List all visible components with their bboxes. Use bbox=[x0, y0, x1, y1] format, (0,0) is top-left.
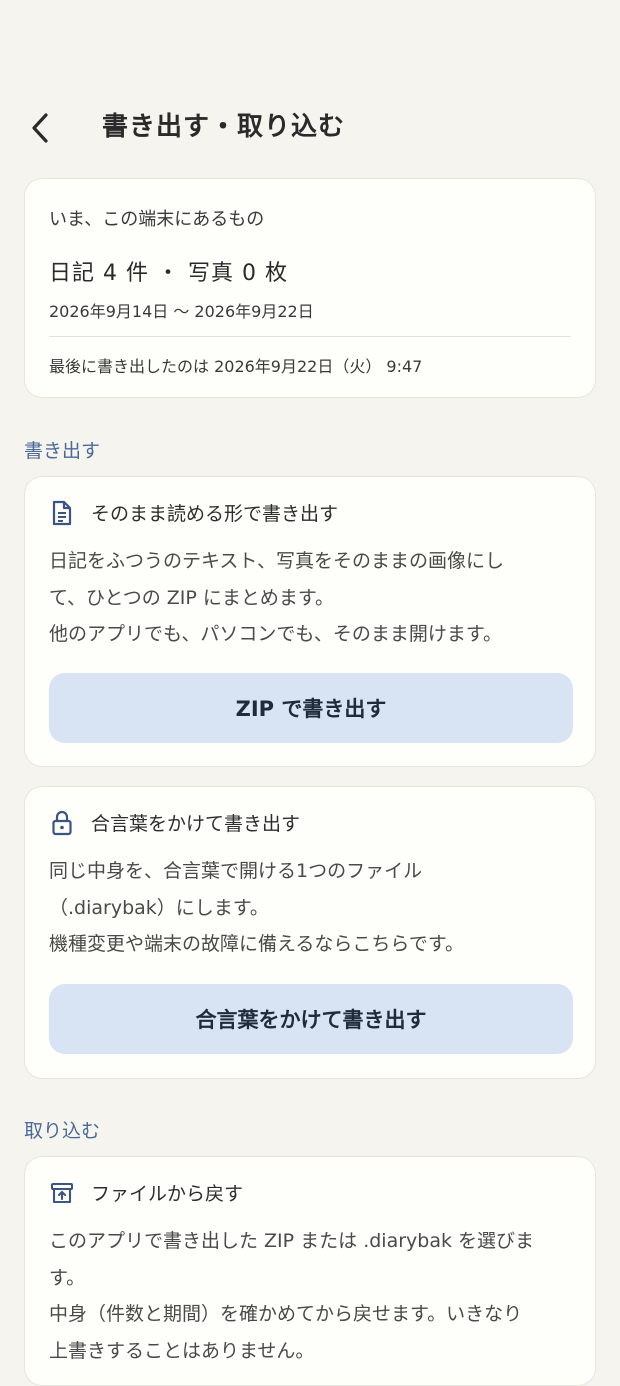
card-title: そのまま読める形で書き出す bbox=[91, 503, 339, 525]
card-header: ファイルから戻す bbox=[49, 1179, 243, 1206]
archive-upload-icon bbox=[49, 1180, 75, 1206]
summary-date-range: 2026年9月14日 〜 2026年9月22日 bbox=[49, 302, 314, 321]
card-description: このアプリで書き出した ZIP または .diarybak を選びま す。 中身… bbox=[49, 1223, 569, 1369]
card-description: 日記をふつうのテキスト、写真をそのままの画像にし て、ひとつの ZIP にまとめ… bbox=[49, 543, 569, 653]
last-export-info: 最後に書き出したのは 2026年9月22日（火） 9:47 bbox=[49, 357, 423, 376]
description-line: 上書きすることはありません。 bbox=[49, 1339, 315, 1362]
section-heading-import: 取り込む bbox=[24, 1120, 101, 1142]
description-line: 中身（件数と期間）を確かめてから戻せます。いきなり bbox=[49, 1303, 523, 1325]
description-line: 同じ中身を、合言葉で開ける1つのファイル bbox=[49, 860, 423, 882]
card-header: そのまま読める形で書き出す bbox=[49, 499, 338, 526]
description-line: このアプリで書き出した ZIP または .diarybak を選びま bbox=[49, 1230, 535, 1252]
card-title: 合言葉をかけて書き出す bbox=[91, 813, 301, 835]
description-line: す。 bbox=[49, 1266, 86, 1289]
zip-export-card: そのまま読める形で書き出す 日記をふつうのテキスト、写真をそのままの画像にし て… bbox=[24, 476, 596, 767]
encrypted-export-button[interactable]: 合言葉をかけて書き出す bbox=[49, 984, 573, 1054]
document-icon bbox=[49, 500, 75, 526]
summary-counts: 日記 4 件 ・ 写真 0 枚 bbox=[49, 261, 288, 286]
description-line: （.diarybak）にします。 bbox=[49, 896, 269, 919]
back-button[interactable] bbox=[22, 108, 58, 148]
section-heading-export: 書き出す bbox=[24, 440, 101, 462]
description-line: 他のアプリでも、パソコンでも、そのまま開けます。 bbox=[49, 623, 502, 645]
card-title: ファイルから戻す bbox=[91, 1183, 244, 1205]
summary-label: いま、この端末にあるもの bbox=[49, 209, 265, 230]
card-description: 同じ中身を、合言葉で開ける1つのファイル （.diarybak）にします。 機種… bbox=[49, 853, 569, 963]
chevron-left-icon bbox=[32, 113, 48, 143]
page-title: 書き出す・取り込む bbox=[102, 112, 346, 142]
lock-icon bbox=[49, 810, 75, 836]
card-header: 合言葉をかけて書き出す bbox=[49, 809, 300, 836]
zip-export-button[interactable]: ZIP で書き出す bbox=[49, 673, 573, 743]
description-line: て、ひとつの ZIP にまとめます。 bbox=[49, 586, 334, 609]
description-line: 日記をふつうのテキスト、写真をそのままの画像にし bbox=[49, 550, 505, 572]
app-header: 書き出す・取り込む bbox=[0, 100, 620, 156]
encrypted-export-card: 合言葉をかけて書き出す 同じ中身を、合言葉で開ける1つのファイル （.diary… bbox=[24, 786, 596, 1079]
restore-card: ファイルから戻す このアプリで書き出した ZIP または .diarybak を… bbox=[24, 1156, 596, 1386]
divider bbox=[49, 336, 571, 337]
description-line: 機種変更や端末の故障に備えるならこちらです。 bbox=[49, 933, 464, 955]
device-summary-card: いま、この端末にあるもの 日記 4 件 ・ 写真 0 枚 2026年9月14日 … bbox=[24, 178, 596, 398]
